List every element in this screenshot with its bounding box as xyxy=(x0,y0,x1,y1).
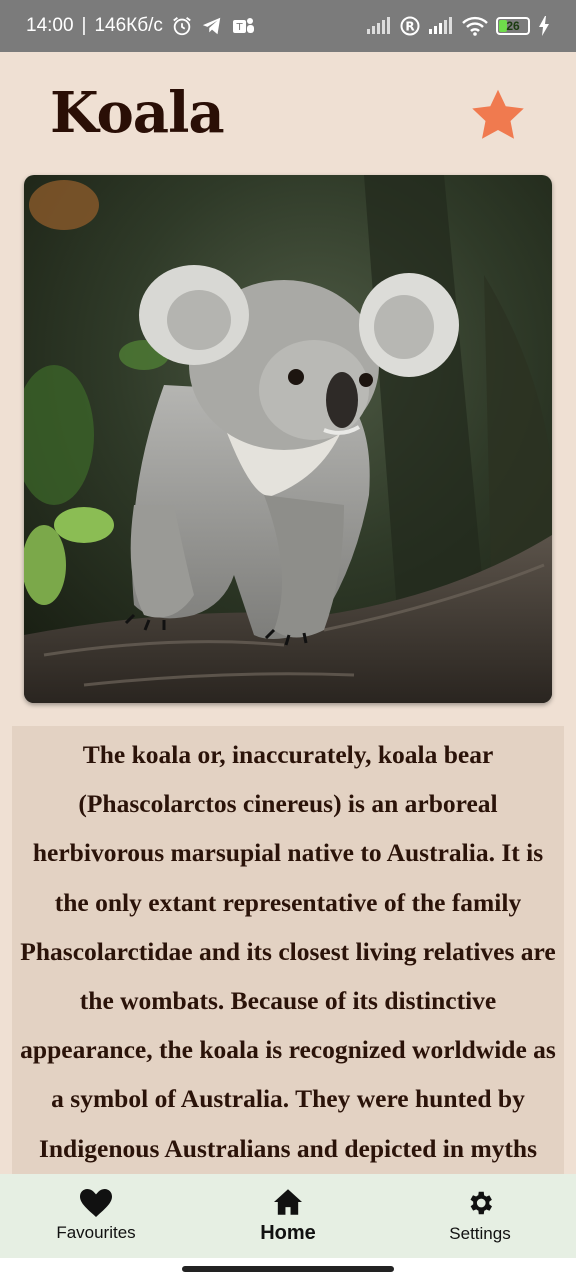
clock: 14:00 xyxy=(26,15,74,36)
status-bar: 14:00 | 146Кб/с T R 26 xyxy=(0,0,576,52)
star-icon xyxy=(472,89,524,139)
wifi-icon xyxy=(462,16,488,36)
header: Koala xyxy=(0,52,576,174)
alarm-icon xyxy=(171,15,193,37)
home-icon xyxy=(274,1188,302,1215)
status-right: R 26 xyxy=(366,16,550,36)
roaming-r-icon: R xyxy=(400,16,420,36)
nav-home-label: Home xyxy=(260,1221,316,1244)
nav-favourites-label: Favourites xyxy=(56,1223,136,1242)
favorite-button[interactable] xyxy=(468,86,528,146)
nav-settings[interactable]: Settings xyxy=(384,1174,576,1258)
bottom-navigation: Favourites Home Settings xyxy=(0,1174,576,1258)
home-gesture-bar[interactable] xyxy=(182,1266,394,1272)
svg-text:R: R xyxy=(405,20,414,34)
gesture-area xyxy=(0,1258,576,1280)
telegram-icon xyxy=(201,15,223,37)
heart-icon xyxy=(80,1189,112,1217)
signal-icon xyxy=(366,17,392,35)
svg-text:T: T xyxy=(235,22,243,33)
battery-icon: 26 xyxy=(496,17,530,35)
battery-level: 26 xyxy=(506,19,520,33)
nav-home[interactable]: Home xyxy=(192,1174,384,1258)
description-panel[interactable]: The koala or, inaccurately, koala bear (… xyxy=(12,726,564,1176)
app-content[interactable]: Koala The koala or, inaccurately, koala … xyxy=(0,52,576,1176)
status-left: 14:00 | 146Кб/с T xyxy=(26,15,255,37)
teams-icon: T xyxy=(231,15,255,37)
separator: | xyxy=(81,15,87,36)
network-speed: 146Кб/с xyxy=(94,15,163,36)
gear-icon xyxy=(470,1191,492,1215)
page-title: Koala xyxy=(50,80,225,146)
nav-settings-label: Settings xyxy=(449,1224,511,1243)
nav-favourites[interactable]: Favourites xyxy=(0,1174,192,1258)
signal-icon xyxy=(428,17,454,35)
koala-photo xyxy=(24,175,552,703)
charging-icon xyxy=(538,16,550,36)
description-text: The koala or, inaccurately, koala bear (… xyxy=(20,740,556,1163)
